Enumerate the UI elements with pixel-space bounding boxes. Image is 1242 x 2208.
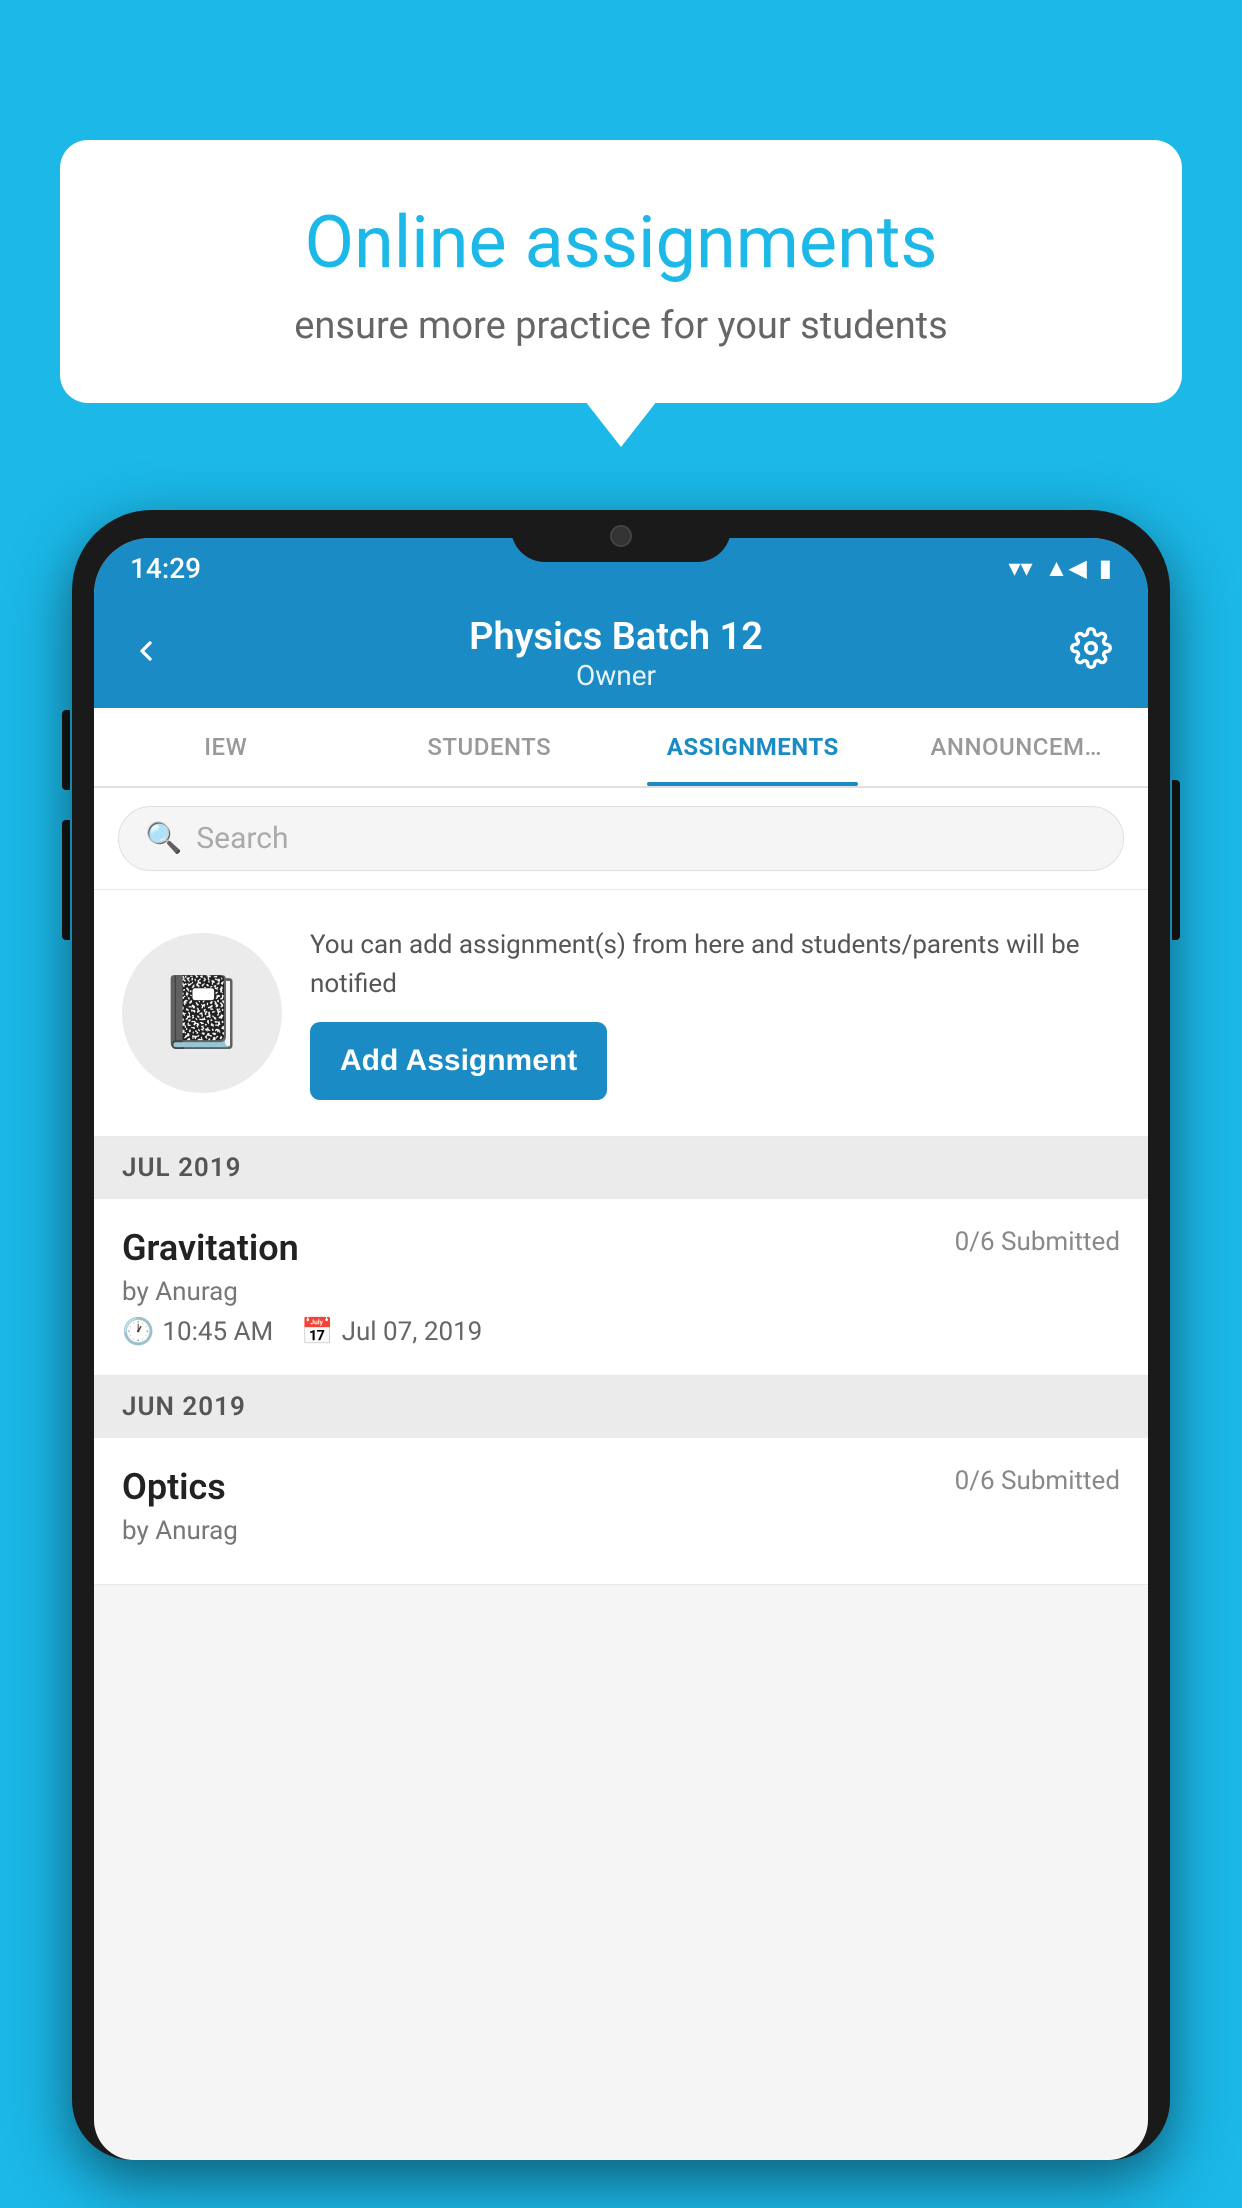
assignment-meta-gravitation: 🕐 10:45 AM 📅 Jul 07, 2019 <box>122 1317 1120 1347</box>
search-icon: 🔍 <box>145 821 182 856</box>
assignment-time-gravitation: 10:45 AM <box>162 1317 273 1347</box>
battery-icon: ▮ <box>1099 554 1112 582</box>
assignment-name-optics: Optics <box>122 1466 226 1508</box>
clock-icon: 🕐 <box>122 1317 154 1347</box>
meta-time-gravitation: 🕐 10:45 AM <box>122 1317 273 1347</box>
phone-notch <box>511 510 731 562</box>
camera-dot <box>610 525 632 547</box>
promo-icon-circle: 📓 <box>122 933 282 1093</box>
top-bar: Physics Batch 12 Owner <box>94 598 1148 708</box>
volume-up-button[interactable] <box>62 710 70 790</box>
status-time: 14:29 <box>130 552 201 585</box>
back-button[interactable] <box>130 629 162 678</box>
assignment-row1-optics: Optics 0/6 Submitted <box>122 1466 1120 1508</box>
assignment-row1: Gravitation 0/6 Submitted <box>122 1227 1120 1269</box>
assignment-item-gravitation[interactable]: Gravitation 0/6 Submitted by Anurag 🕐 10… <box>94 1199 1148 1376</box>
search-placeholder: Search <box>196 821 288 856</box>
wifi-icon: ▾▾ <box>1008 554 1032 582</box>
notebook-icon: 📓 <box>158 972 245 1054</box>
top-bar-title: Physics Batch 12 <box>182 615 1050 659</box>
tab-announcements[interactable]: ANNOUNCEM… <box>885 708 1149 786</box>
search-container: 🔍 Search <box>94 788 1148 890</box>
signal-icon: ▲◀ <box>1045 554 1087 583</box>
assignment-status-optics: 0/6 Submitted <box>955 1466 1120 1496</box>
promo-text: You can add assignment(s) from here and … <box>310 926 1120 1004</box>
tab-iew[interactable]: IEW <box>94 708 358 786</box>
phone-container: 14:29 ▾▾ ▲◀ ▮ Physics Batch 12 Owner <box>72 510 1170 2208</box>
section-header-jul: JUL 2019 <box>94 1137 1148 1199</box>
top-bar-center: Physics Batch 12 Owner <box>182 615 1050 692</box>
phone-screen: 14:29 ▾▾ ▲◀ ▮ Physics Batch 12 Owner <box>94 538 1148 2160</box>
volume-down-button[interactable] <box>62 820 70 940</box>
section-header-jun: JUN 2019 <box>94 1376 1148 1438</box>
top-bar-subtitle: Owner <box>182 659 1050 692</box>
assignment-name-gravitation: Gravitation <box>122 1227 299 1269</box>
speech-bubble-title: Online assignments <box>130 200 1112 286</box>
promo-content: You can add assignment(s) from here and … <box>310 926 1120 1100</box>
speech-bubble: Online assignments ensure more practice … <box>60 140 1182 403</box>
assignment-status-gravitation: 0/6 Submitted <box>955 1227 1120 1257</box>
tab-students[interactable]: STUDENTS <box>358 708 622 786</box>
meta-date-gravitation: 📅 Jul 07, 2019 <box>301 1317 482 1347</box>
assignment-item-optics[interactable]: Optics 0/6 Submitted by Anurag <box>94 1438 1148 1585</box>
speech-bubble-container: Online assignments ensure more practice … <box>60 140 1182 403</box>
tabs-bar: IEW STUDENTS ASSIGNMENTS ANNOUNCEM… <box>94 708 1148 788</box>
speech-bubble-subtitle: ensure more practice for your students <box>130 304 1112 348</box>
tab-assignments[interactable]: ASSIGNMENTS <box>621 708 885 786</box>
assignment-date-gravitation: Jul 07, 2019 <box>342 1317 483 1347</box>
phone-outer: 14:29 ▾▾ ▲◀ ▮ Physics Batch 12 Owner <box>72 510 1170 2160</box>
assignment-by-optics: by Anurag <box>122 1516 1120 1546</box>
settings-icon[interactable] <box>1070 627 1112 680</box>
search-input-wrapper[interactable]: 🔍 Search <box>118 806 1124 871</box>
assignment-by-gravitation: by Anurag <box>122 1277 1120 1307</box>
power-button[interactable] <box>1172 780 1180 940</box>
status-icons: ▾▾ ▲◀ ▮ <box>1008 554 1112 583</box>
calendar-icon: 📅 <box>301 1317 333 1347</box>
promo-section: 📓 You can add assignment(s) from here an… <box>94 890 1148 1137</box>
add-assignment-button[interactable]: Add Assignment <box>310 1022 607 1100</box>
